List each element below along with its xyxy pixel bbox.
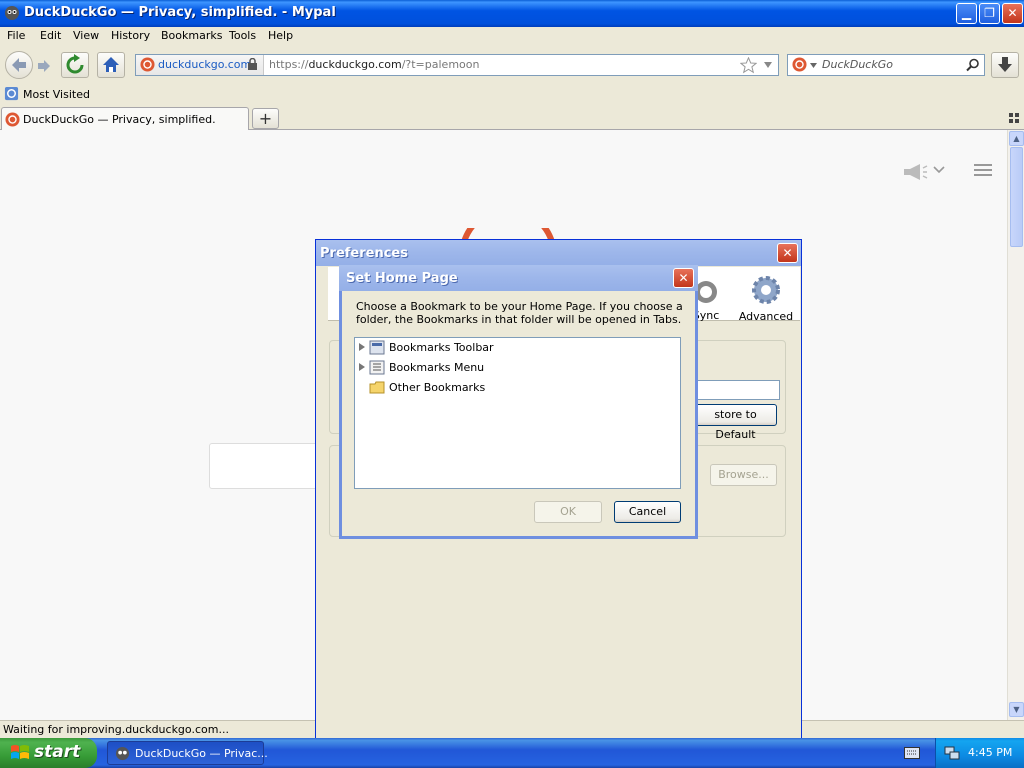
bookmark-tree[interactable]: Bookmarks Toolbar Bookmarks Menu Other B…	[354, 337, 681, 489]
tree-item-label: Bookmarks Menu	[389, 361, 485, 374]
start-button[interactable]: start	[0, 738, 97, 768]
tab-strip: DuckDuckGo — Privacy, simplified. +	[0, 105, 1024, 131]
clock: 4:45 PM	[968, 746, 1013, 759]
bookmarks-toolbar: Most Visited	[0, 84, 1024, 105]
url-path: /?t=palemoon	[401, 58, 480, 71]
back-button[interactable]	[5, 51, 33, 79]
navigation-toolbar: duckduckgo.com https://duckduckgo.com/?t…	[0, 46, 1024, 84]
tab-duckduckgo[interactable]: DuckDuckGo — Privacy, simplified.	[1, 107, 249, 131]
site-identity-button[interactable]: duckduckgo.com	[136, 55, 264, 75]
identity-domain: duckduckgo.com	[158, 58, 252, 71]
set-home-page-title: Set Home Page	[346, 271, 458, 286]
status-text: Waiting for improving.duckduckgo.com...	[3, 723, 229, 736]
menu-tools[interactable]: Tools	[229, 29, 256, 42]
reload-icon	[66, 54, 84, 74]
vertical-scrollbar[interactable]: ▲ ▼	[1007, 130, 1024, 720]
browse-button[interactable]: Browse...	[710, 464, 777, 486]
search-icon[interactable]	[966, 58, 980, 72]
most-visited-folder-icon	[4, 86, 19, 101]
set-home-page-title-bar[interactable]: Set Home Page ✕	[339, 265, 698, 291]
preferences-title-bar[interactable]: Preferences ✕	[316, 240, 801, 266]
menu-bar: File Edit View History Bookmarks Tools H…	[0, 27, 1024, 46]
download-arrow-icon	[998, 57, 1012, 72]
search-engine-duckduckgo-icon[interactable]	[792, 57, 807, 72]
scroll-down-icon[interactable]: ▼	[1009, 702, 1024, 717]
restore-to-default-button[interactable]: store to Default	[694, 404, 777, 441]
most-visited-label: Most Visited	[23, 88, 90, 101]
tab-favicon-icon	[5, 112, 20, 127]
set-home-page-close-button[interactable]: ✕	[673, 268, 694, 288]
advanced-gear-icon	[752, 276, 780, 304]
hamburger-menu-icon[interactable]	[974, 163, 992, 177]
tree-item-other-bookmarks[interactable]: Other Bookmarks	[355, 379, 675, 397]
tree-item-bookmarks-menu[interactable]: Bookmarks Menu	[355, 359, 675, 377]
home-page-input[interactable]	[696, 380, 780, 400]
taskbar-item-label: DuckDuckGo — Privac...	[135, 747, 268, 760]
mypal-app-icon	[5, 6, 19, 20]
network-icon[interactable]	[944, 745, 960, 761]
window-title: DuckDuckGo — Privacy, simplified. - Mypa…	[24, 5, 336, 20]
forward-arrow-icon	[38, 60, 50, 72]
windows-logo-icon	[11, 745, 29, 759]
url-history-dropdown-icon[interactable]	[763, 61, 773, 69]
downloads-button[interactable]	[991, 52, 1019, 78]
tab-list-grid-icon[interactable]	[1009, 113, 1019, 123]
keyboard-icon[interactable]	[904, 747, 920, 759]
window-title-bar[interactable]: DuckDuckGo — Privacy, simplified. - Mypa…	[0, 0, 1024, 27]
ok-button[interactable]: OK	[534, 501, 602, 523]
search-bar[interactable]: DuckDuckGo	[787, 54, 985, 76]
menu-help[interactable]: Help	[268, 29, 293, 42]
bookmarks-toolbar-folder-icon	[369, 340, 385, 355]
search-placeholder: DuckDuckGo	[822, 58, 893, 71]
tree-item-label: Bookmarks Toolbar	[389, 341, 494, 354]
scroll-up-icon[interactable]: ▲	[1009, 131, 1024, 146]
megaphone-icon[interactable]	[902, 162, 928, 182]
system-tray: 4:45 PM	[935, 738, 1024, 768]
mypal-taskbar-icon	[115, 746, 130, 761]
cancel-button[interactable]: Cancel	[614, 501, 681, 523]
url-scheme: https://	[269, 58, 309, 71]
menu-history[interactable]: History	[111, 29, 150, 42]
home-icon	[103, 57, 119, 72]
menu-file[interactable]: File	[7, 29, 25, 42]
preferences-close-button[interactable]: ✕	[777, 243, 798, 263]
reload-button[interactable]	[61, 52, 89, 78]
pane-advanced[interactable]: Advanced	[736, 273, 796, 323]
expand-twisty-icon[interactable]	[359, 363, 365, 371]
tab-label: DuckDuckGo — Privacy, simplified.	[23, 113, 216, 126]
new-tab-button[interactable]: +	[252, 108, 279, 129]
url-text[interactable]: https://duckduckgo.com/?t=palemoon	[269, 58, 479, 71]
menu-bookmarks[interactable]: Bookmarks	[161, 29, 222, 42]
scroll-thumb[interactable]	[1010, 147, 1023, 247]
menu-view[interactable]: View	[73, 29, 99, 42]
preferences-title: Preferences	[320, 246, 408, 261]
minimize-button[interactable]: ▁	[956, 3, 977, 24]
home-button[interactable]	[97, 52, 125, 78]
back-arrow-icon	[12, 58, 26, 72]
bookmarks-menu-folder-icon	[369, 360, 385, 375]
maximize-button[interactable]: ❐	[979, 3, 1000, 24]
pane-advanced-label: Advanced	[738, 310, 794, 323]
lock-icon	[248, 58, 257, 70]
search-engine-dropdown-icon[interactable]	[810, 63, 817, 68]
url-bar[interactable]: duckduckgo.com https://duckduckgo.com/?t…	[135, 54, 779, 76]
start-label: start	[34, 742, 81, 762]
menu-edit[interactable]: Edit	[40, 29, 61, 42]
page-search-box[interactable]	[209, 443, 319, 489]
tree-item-bookmarks-toolbar[interactable]: Bookmarks Toolbar	[355, 339, 675, 357]
chevron-down-icon[interactable]	[933, 166, 945, 174]
most-visited-folder[interactable]: Most Visited	[0, 84, 90, 105]
forward-button[interactable]	[35, 57, 53, 75]
expand-twisty-icon[interactable]	[359, 343, 365, 351]
duckduckgo-favicon-icon	[140, 57, 155, 72]
close-button[interactable]: ✕	[1002, 3, 1023, 24]
folder-icon	[369, 381, 385, 394]
set-home-page-message: Choose a Bookmark to be your Home Page. …	[356, 300, 683, 326]
taskbar-item-browser[interactable]: DuckDuckGo — Privac...	[107, 741, 268, 765]
url-host: duckduckgo.com	[308, 58, 402, 71]
tree-item-label: Other Bookmarks	[389, 381, 486, 394]
bookmark-star-icon[interactable]	[740, 57, 757, 74]
taskbar: start DuckDuckGo — Privac... 4:45 PM	[0, 738, 1024, 768]
set-home-page-dialog: Set Home Page ✕ Choose a Bookmark to be …	[339, 265, 698, 539]
